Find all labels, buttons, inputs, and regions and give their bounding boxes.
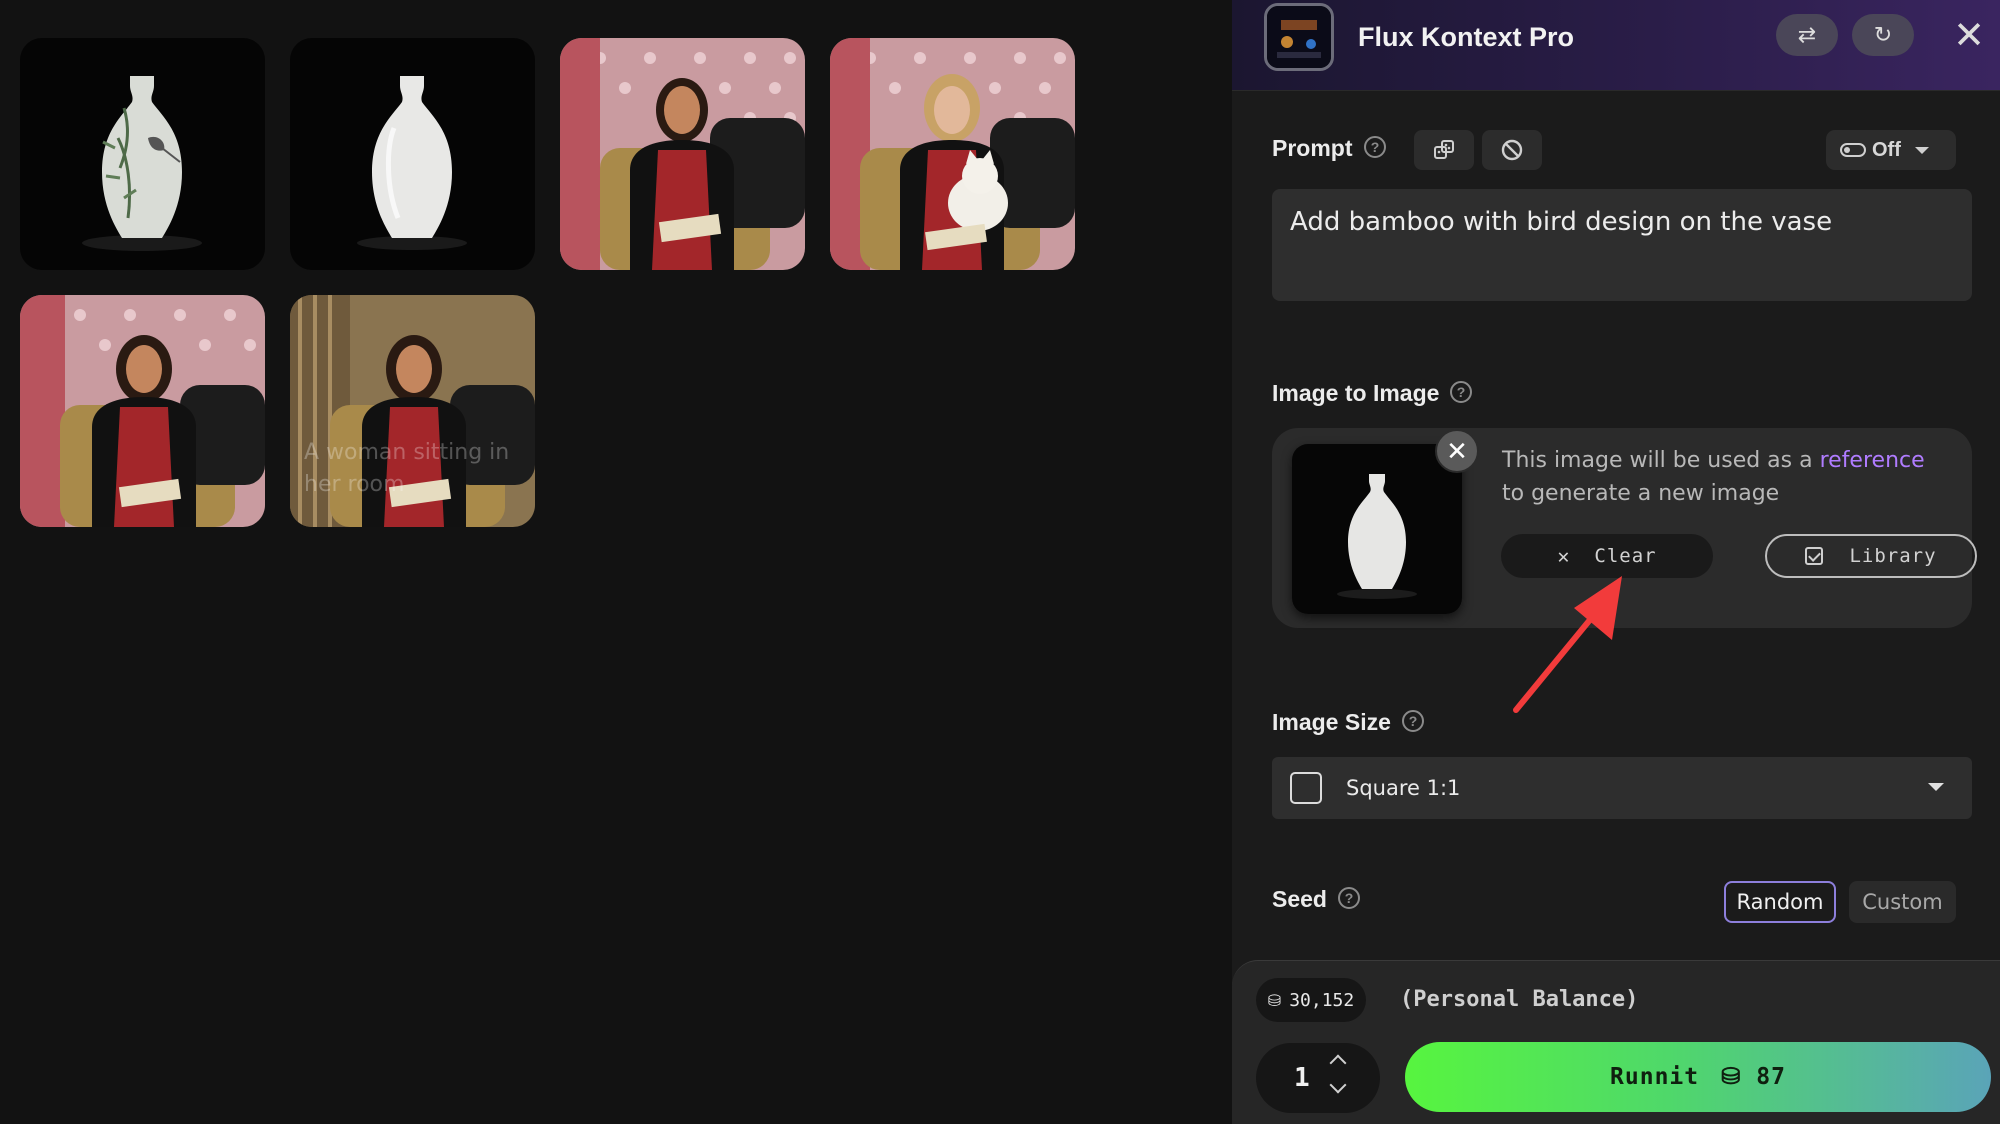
app-root: A woman sitting in her room Flux Kontext… xyxy=(0,0,2000,1124)
gallery-item-woman-1[interactable] xyxy=(560,38,805,270)
chevron-down-icon xyxy=(1928,783,1944,791)
balance-label: (Personal Balance) xyxy=(1400,987,1639,1012)
refresh-icon: ↻ xyxy=(1873,22,1893,47)
image-size-label: Image Size xyxy=(1272,709,1391,735)
prompt-enhance-button[interactable] xyxy=(1414,130,1474,170)
run-cost: ⛁ 87 xyxy=(1721,1064,1786,1090)
chevron-up-icon[interactable] xyxy=(1329,1054,1347,1072)
prompt-input[interactable]: Add bamboo with bird design on the vase xyxy=(1272,189,1972,301)
negative-prompt-button[interactable] xyxy=(1482,130,1542,170)
refresh-button[interactable]: ↻ xyxy=(1852,14,1914,56)
run-footer: ⛁ 30,152 (Personal Balance) 1 Runnit ⛁ 8… xyxy=(1232,960,2000,1124)
app-thumbnail-icon xyxy=(1264,3,1334,71)
panel-header: Flux Kontext Pro ⇄ ↻ ✕ xyxy=(1232,0,2000,91)
balance-value: 30,152 xyxy=(1289,989,1355,1011)
run-button[interactable]: Runnit ⛁ 87 xyxy=(1405,1042,1991,1112)
reference-image xyxy=(1292,444,1462,614)
swap-button[interactable]: ⇄ xyxy=(1776,14,1838,56)
balance-chip: ⛁ 30,152 xyxy=(1256,978,1366,1022)
description-text-end: to generate a new image xyxy=(1502,481,1780,506)
close-panel-button[interactable]: ✕ xyxy=(1948,14,1990,57)
library-checkbox-icon xyxy=(1805,547,1824,565)
close-icon: ✕ xyxy=(1953,14,1985,57)
quantity-value: 1 xyxy=(1294,1063,1310,1093)
run-cost-value: 87 xyxy=(1756,1064,1786,1090)
reference-link[interactable]: reference xyxy=(1820,448,1925,473)
model-title: Flux Kontext Pro xyxy=(1358,22,1575,52)
gallery-item-woman-3[interactable]: A woman sitting in her room xyxy=(290,295,535,527)
gallery-item-woman-cat[interactable] xyxy=(830,38,1075,270)
coin-icon: ⛁ xyxy=(1267,990,1282,1010)
gallery-item-vase-plain[interactable] xyxy=(290,38,535,270)
reference-description: This image will be used as a reference t… xyxy=(1502,444,1952,510)
remove-reference-button[interactable]: ✕ xyxy=(1435,429,1479,473)
square-ratio-icon xyxy=(1290,772,1322,804)
seed-label: Seed xyxy=(1272,886,1327,912)
clear-label: Clear xyxy=(1594,545,1657,567)
quantity-arrows xyxy=(1329,1054,1347,1094)
image-gallery: A woman sitting in her room xyxy=(0,0,1232,1124)
model-settings-panel: Flux Kontext Pro ⇄ ↻ ✕ Prompt ? Off Add … xyxy=(1232,0,2000,1124)
toggle-icon xyxy=(1840,143,1866,157)
image-size-value: Square 1:1 xyxy=(1346,776,1461,800)
reference-image-card: ✕ This image will be used as a reference… xyxy=(1272,428,1977,628)
toggle-label: Off xyxy=(1872,138,1901,161)
image-to-image-help-icon[interactable]: ? xyxy=(1450,381,1472,403)
swap-icon: ⇄ xyxy=(1797,22,1817,47)
prompt-label: Prompt xyxy=(1272,135,1353,161)
gallery-item-woman-2[interactable] xyxy=(20,295,265,527)
library-label: Library xyxy=(1849,545,1937,567)
image-to-image-label: Image to Image xyxy=(1272,380,1440,406)
x-icon: ✕ xyxy=(1557,544,1571,568)
chevron-down-icon[interactable] xyxy=(1329,1076,1347,1094)
seed-help-icon[interactable]: ? xyxy=(1338,887,1360,909)
run-label: Runnit xyxy=(1610,1064,1700,1090)
prompt-help-icon[interactable]: ? xyxy=(1364,136,1386,158)
close-icon: ✕ xyxy=(1446,435,1468,466)
seed-random-button[interactable]: Random xyxy=(1724,881,1836,923)
quantity-stepper[interactable]: 1 xyxy=(1256,1043,1380,1113)
chevron-down-icon xyxy=(1914,146,1929,154)
description-text: This image will be used as a xyxy=(1502,448,1820,473)
block-icon xyxy=(1501,139,1523,161)
gallery-item-vase-decorated[interactable] xyxy=(20,38,265,270)
image-size-select[interactable]: Square 1:1 xyxy=(1272,757,1972,819)
seed-custom-button[interactable]: Custom xyxy=(1849,881,1956,923)
dice-icon xyxy=(1434,140,1454,159)
prompt-toggle-dropdown[interactable]: Off xyxy=(1826,130,1956,170)
image-size-help-icon[interactable]: ? xyxy=(1402,710,1424,732)
coin-icon: ⛁ xyxy=(1721,1064,1757,1090)
gallery-item-caption: A woman sitting in her room xyxy=(304,440,510,497)
library-button[interactable]: Library xyxy=(1765,534,1977,578)
clear-button[interactable]: ✕ Clear xyxy=(1501,534,1713,578)
